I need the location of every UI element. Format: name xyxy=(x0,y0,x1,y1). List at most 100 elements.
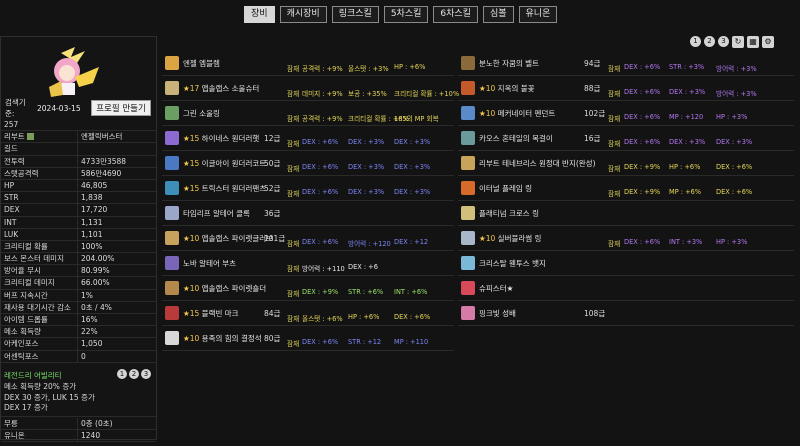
stat-label: 어센틱포스 xyxy=(4,351,39,361)
tab-3[interactable]: 5차스킬 xyxy=(383,6,429,23)
stat-row: 무릉 0층 (0초) xyxy=(1,418,156,431)
equipment-item[interactable]: ★15 트릭스터 원더러팬츠 52급 잠재 DEX : +6% DEX : +3% DEX… xyxy=(162,176,454,201)
stat-label: 크리티컬 확률 xyxy=(4,241,48,251)
equipment-item[interactable]: 카오스 혼테일의 목걸이 16급 잠재 DEX : +6% DEX : +3% DEX :… xyxy=(458,126,794,151)
stat-label-cell: LUK xyxy=(1,228,78,240)
preset-2-icon[interactable]: 2 xyxy=(704,36,715,47)
stat-label-cell: 아이템 드롭률 xyxy=(1,314,78,326)
stat-label-cell: 전투력 xyxy=(1,155,78,167)
tab-2[interactable]: 링크스킬 xyxy=(331,6,379,23)
stat-row: 버프 지속시간 1% xyxy=(1,289,156,302)
equipment-icon xyxy=(165,106,179,120)
grid-icon[interactable]: ▦ xyxy=(747,36,759,48)
stat-label: 방어율 무시 xyxy=(4,266,41,276)
stat-row: 전투력 4733만3588 xyxy=(1,155,156,168)
stat-row: 아케인포스 1,050 xyxy=(1,338,156,351)
equipment-name: 크리스탈 웬투스 뱃지 xyxy=(479,258,546,269)
equipment-list-left: 엔젤 엠블렘 잠재 공격력 : +9% 올스탯 : +3% HP : +6% ★17 앱솔… xyxy=(162,51,459,351)
equipment-name-text: 앱솔랩스 파이렛숄더 xyxy=(201,283,267,293)
equipment-item[interactable]: ★10 메커네이터 펜던트 102급 잠재 DEX : +6% MP : +120 HP … xyxy=(458,101,794,126)
stat-label: 버프 지속시간 xyxy=(4,290,48,300)
tab-4[interactable]: 6차스킬 xyxy=(433,6,478,23)
stat-label: 257 xyxy=(4,120,19,129)
equipment-item[interactable]: ★17 앱솔랩스 소울슈터 잠재 데미지 : +9% 보공 : +35% 크리티컬 확률… xyxy=(162,76,459,101)
equipment-icon xyxy=(461,306,475,320)
starforce-label: ★15 xyxy=(183,183,200,193)
stat-label-cell: 아케인포스 xyxy=(1,338,78,350)
equipment-name: 타임리프 알테어 클록 xyxy=(183,208,250,219)
equipment-item[interactable]: 엔젤 엠블렘 잠재 공격력 : +9% 올스탯 : +3% HP : +6% xyxy=(162,51,454,76)
refresh-icon[interactable]: ↻ xyxy=(732,36,744,48)
equipment-name-text: 용족의 힘의 결정석 xyxy=(201,333,262,343)
stat-value: 1% xyxy=(81,290,93,300)
stat-label: 보스 몬스터 데미지 xyxy=(4,254,64,264)
stat-label: 전투력 xyxy=(4,156,25,166)
tab-bar: 장비 캐시장비 링크스킬 5차스킬 6차스킬 심볼 유니온 xyxy=(244,6,558,23)
profile-button[interactable]: 프로필 만들기 xyxy=(91,100,151,116)
equipment-item[interactable]: ★10 용족의 힘의 결정석 80급 잠재 DEX : +6% STR : +12 MP … xyxy=(162,326,454,351)
equipment-icon xyxy=(165,156,179,170)
stat-value: 100% xyxy=(81,241,103,251)
ability-preset-selector: 123 xyxy=(117,369,151,379)
equipment-name-text: 엔젤 엠블렘 xyxy=(183,58,220,68)
ability-preset-1[interactable]: 1 xyxy=(117,369,127,379)
stat-row: 아이템 드롭률 16% xyxy=(1,314,156,327)
preset-3-icon[interactable]: 3 xyxy=(718,36,729,47)
search-date-input[interactable] xyxy=(35,101,85,115)
stat-row: 재사용 대기시간 감소 0초 / 4% xyxy=(1,301,156,314)
equipment-item[interactable]: ★15 이글아이 원더러코트 50급 잠재 DEX : +6% DEX : +3% DEX… xyxy=(162,151,454,176)
gear-icon[interactable]: ⚙ xyxy=(762,36,774,48)
equipment-icon xyxy=(461,206,475,220)
stat-value: 66.00% xyxy=(81,278,110,288)
equipment-grade: 16급 xyxy=(584,133,601,143)
equipment-item[interactable]: 타임리프 알테어 클록 36급 xyxy=(162,201,454,226)
stat-value: 586만4690 xyxy=(81,168,122,178)
equipment-item[interactable]: ★10 앱솔랩스 파이렛숄더 잠재 DEX : +9% STR : +6% INT : … xyxy=(162,276,454,301)
equipment-item[interactable]: 그린 소울링 잠재 공격력 : +9% 크리티컬 확률 : +8% 165의 MP 회복 xyxy=(162,101,454,126)
equipment-grade: 108급 xyxy=(584,308,606,318)
stat-label: 재사용 대기시간 감소 xyxy=(4,302,71,312)
equipment-item[interactable]: ★10 앱솔랩스 파이렛글러브 101급 잠재 DEX : +6% 방어력 : +120… xyxy=(162,226,454,251)
stat-label-cell: 방어율 무시 xyxy=(1,265,78,277)
equipment-icon xyxy=(461,81,475,95)
preset-1-icon[interactable]: 1 xyxy=(690,36,701,47)
equipment-item[interactable]: 노바 알테어 부츠 잠재 방어력 : +110 DEX : +6 xyxy=(162,251,454,276)
equipment-icon xyxy=(461,156,475,170)
ability-preset-2[interactable]: 2 xyxy=(129,369,139,379)
stat-value: 0층 (0초) xyxy=(81,419,113,428)
equipment-item[interactable]: ★15 블랙빈 마크 84급 잠재 올스탯 : +6% HP : +6% DEX : +6… xyxy=(162,301,454,326)
equipment-name-text: 이글아이 원더러코트 xyxy=(201,158,267,168)
tab-0[interactable]: 장비 xyxy=(244,6,275,23)
starforce-label: ★17 xyxy=(183,83,200,93)
stat-row: 리부트 엔젤릭버스터 xyxy=(1,131,156,144)
stat-row: 방어율 무시 80.99% xyxy=(1,265,156,278)
equipment-icon xyxy=(461,106,475,120)
equipment-item[interactable]: 크리스탈 웬투스 뱃지 xyxy=(458,251,794,276)
equipment-grade: 102급 xyxy=(584,108,606,118)
equipment-item[interactable]: ★15 하이네스 원더러햇 12급 잠재 DEX : +6% DEX : +3% DEX … xyxy=(162,126,454,151)
stat-label-cell: 길드 xyxy=(1,143,78,155)
stat-row: 크리티컬 확률 100% xyxy=(1,240,156,254)
stat-label: 유니온 xyxy=(1,430,78,442)
stat-label: 아이템 드롭률 xyxy=(4,315,48,324)
equipment-item[interactable]: ★10 실버블라썸 링 잠재 DEX : +6% INT : +3% HP : +3% xyxy=(458,226,794,251)
equipment-name: ★10 메커네이터 펜던트 xyxy=(479,108,555,119)
equipment-name-text: 슈피스터★ xyxy=(479,283,514,293)
ability-preset-3[interactable]: 3 xyxy=(141,369,151,379)
equipment-item[interactable]: 핑크빛 성배 108급 xyxy=(458,301,794,326)
stat-value: 16% xyxy=(81,315,98,324)
equipment-item[interactable]: 슈피스터★ xyxy=(458,276,794,301)
equipment-item[interactable]: 이터널 플레임 링 잠재 DEX : +9% MP : +6% DEX : +6% xyxy=(458,176,794,201)
stat-row: LUK 1,101 xyxy=(1,228,156,241)
equipment-grade: 101급 xyxy=(264,233,286,243)
equipment-item[interactable]: ★10 지옥의 불꽃 88급 잠재 DEX : +6% DEX : +3% 방어력 : +… xyxy=(458,76,794,101)
tab-6[interactable]: 유니온 xyxy=(518,6,558,23)
equipment-item[interactable]: 분노한 자쿰의 벨트 94급 잠재 DEX : +6% STR : +3% 방어력 : +… xyxy=(458,51,794,76)
equipment-item[interactable]: 리부트 테네브리스 원정대 반지(완성) 잠재 DEX : +9% HP : +6% D… xyxy=(458,151,794,176)
tab-1[interactable]: 캐시장비 xyxy=(279,6,327,23)
equipment-name: ★10 용족의 힘의 결정석 xyxy=(183,333,262,344)
equipment-name: 리부트 테네브리스 원정대 반지(완성) xyxy=(479,158,596,169)
equipment-icon xyxy=(165,131,179,145)
equipment-item[interactable]: 플래티넘 크로스 링 xyxy=(458,201,794,226)
tab-5[interactable]: 심볼 xyxy=(482,6,514,23)
